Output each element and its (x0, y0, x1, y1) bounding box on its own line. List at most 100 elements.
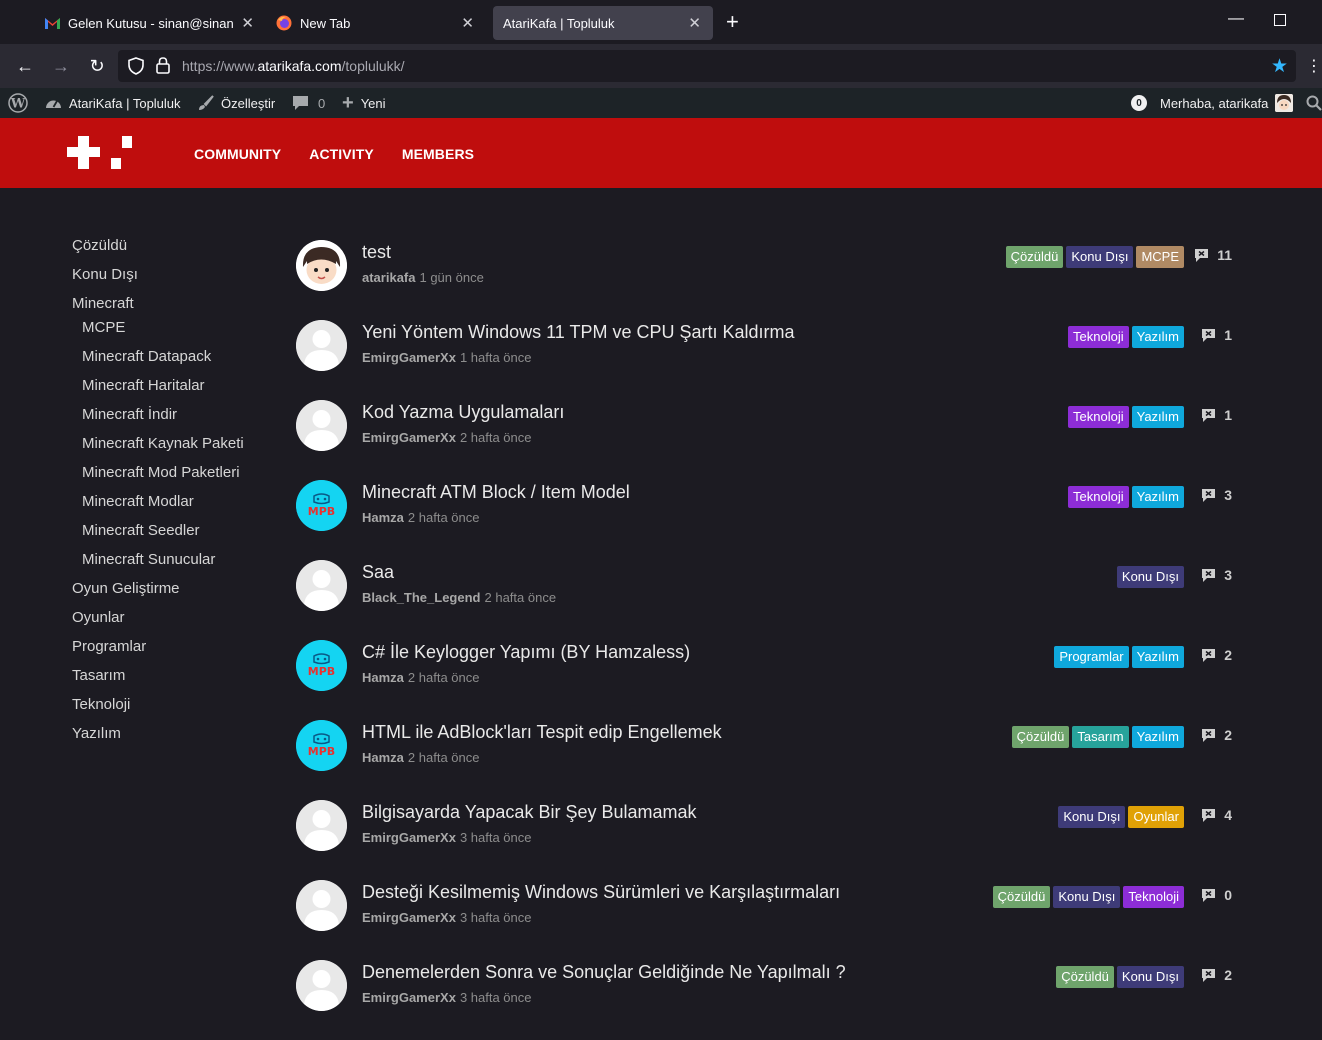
reload-icon[interactable]: ↻ (86, 55, 108, 77)
shield-icon[interactable] (128, 57, 144, 80)
sidebar-item[interactable]: Minecraft (72, 292, 272, 316)
category-tag[interactable]: Konu Dışı (1116, 566, 1184, 588)
forward-icon[interactable]: → (50, 55, 72, 77)
close-tab-icon[interactable]: ✕ (241, 14, 254, 32)
admin-search-icon[interactable] (1306, 88, 1322, 118)
category-tag[interactable]: Yazılım (1131, 726, 1184, 748)
topic-title[interactable]: Kod Yazma Uygulamaları (362, 402, 564, 423)
sidebar-item[interactable]: Minecraft Haritalar (72, 374, 272, 403)
topic-title[interactable]: Saa (362, 562, 394, 583)
sidebar-item[interactable]: MCPE (72, 316, 272, 345)
topic-title[interactable]: Desteği Kesilmemiş Windows Sürümleri ve … (362, 882, 840, 903)
admin-account-menu[interactable]: Merhaba, atarikafa (1160, 88, 1294, 118)
avatar[interactable] (296, 960, 347, 1011)
admin-notifications[interactable]: 0 (1131, 88, 1147, 118)
lock-icon[interactable] (156, 57, 170, 79)
category-tag[interactable]: Konu Dışı (1058, 806, 1126, 828)
avatar[interactable] (296, 880, 347, 931)
category-tag[interactable]: MCPE (1136, 246, 1184, 268)
category-tag[interactable]: Yazılım (1131, 646, 1184, 668)
minimize-icon[interactable]: — (1228, 10, 1244, 28)
sidebar-item[interactable]: Minecraft İndir (72, 403, 272, 432)
sidebar-item[interactable]: Minecraft Mod Paketleri (72, 461, 272, 490)
site-logo[interactable] (67, 136, 133, 170)
new-tab-button[interactable]: + (726, 11, 739, 33)
category-tag[interactable]: Konu Dışı (1066, 246, 1134, 268)
sidebar-item[interactable]: Tasarım (72, 664, 272, 693)
category-tag[interactable]: Yazılım (1131, 486, 1184, 508)
topic-author[interactable]: EmirgGamerXx (362, 910, 456, 925)
sidebar-item[interactable]: Minecraft Sunucular (72, 548, 272, 577)
category-tag[interactable]: Çözüldü (1005, 246, 1064, 268)
category-tag[interactable]: Teknoloji (1123, 886, 1184, 908)
menu-icon[interactable]: ⋮ (1306, 56, 1322, 76)
tab-gmail[interactable]: Gelen Kutusu - sinan@sinanisle ✕ (44, 6, 262, 40)
topic-title[interactable]: Bilgisayarda Yapacak Bir Şey Bulamamak (362, 802, 697, 823)
avatar[interactable] (296, 560, 347, 611)
category-tag[interactable]: Teknoloji (1068, 486, 1129, 508)
maximize-icon[interactable] (1274, 14, 1286, 26)
sidebar-item[interactable]: Minecraft Datapack (72, 345, 272, 374)
close-tab-icon[interactable]: ✕ (461, 14, 474, 32)
topic-author[interactable]: EmirgGamerXx (362, 430, 456, 445)
category-tag[interactable]: Teknoloji (1068, 326, 1129, 348)
tab-atarikafa[interactable]: AtariKafa | Topluluk ✕ (493, 6, 713, 40)
tab-new-tab[interactable]: New Tab ✕ (268, 6, 486, 40)
avatar[interactable]: MPB (296, 640, 347, 691)
nav-activity[interactable]: ACTIVITY (309, 146, 374, 162)
topic-author[interactable]: Black_The_Legend (362, 590, 481, 605)
category-tag[interactable]: Programlar (1054, 646, 1129, 668)
category-tag[interactable]: Yazılım (1131, 406, 1184, 428)
wordpress-logo-icon[interactable]: W (8, 88, 28, 118)
topic-title[interactable]: C# İle Keylogger Yapımı (BY Hamzaless) (362, 642, 690, 663)
topic-title[interactable]: Yeni Yöntem Windows 11 TPM ve CPU Şartı … (362, 322, 795, 343)
url-bar[interactable]: https://www.atarikafa.com/toplulukk/ ★ (118, 50, 1296, 82)
category-tag[interactable]: Yazılım (1131, 326, 1184, 348)
category-tag[interactable]: Çözüldü (1011, 726, 1070, 748)
topic-title[interactable]: Denemelerden Sonra ve Sonuçlar Geldiğind… (362, 962, 846, 983)
close-tab-icon[interactable]: ✕ (688, 14, 701, 32)
category-tag[interactable]: Oyunlar (1128, 806, 1184, 828)
sidebar-item[interactable]: Yazılım (72, 722, 272, 751)
sidebar-item[interactable]: Çözüldü (72, 234, 272, 263)
sidebar-item[interactable]: Konu Dışı (72, 263, 272, 292)
admin-new-link[interactable]: + Yeni (342, 88, 386, 118)
category-tag[interactable]: Konu Dışı (1116, 966, 1184, 988)
topic-author[interactable]: EmirgGamerXx (362, 350, 456, 365)
topic-author[interactable]: Hamza (362, 750, 404, 765)
sidebar-item[interactable]: Oyunlar (72, 606, 272, 635)
category-tag[interactable]: Teknoloji (1068, 406, 1129, 428)
topic-author[interactable]: EmirgGamerXx (362, 990, 456, 1005)
admin-comments-link[interactable]: 0 (292, 88, 325, 118)
avatar[interactable] (296, 320, 347, 371)
sidebar-item[interactable]: Programlar (72, 635, 272, 664)
topic-title[interactable]: Minecraft ATM Block / Item Model (362, 482, 630, 503)
topic-author[interactable]: atarikafa (362, 270, 415, 285)
sidebar-item[interactable]: Oyun Geliştirme (72, 577, 272, 606)
bookmark-star-icon[interactable]: ★ (1271, 55, 1288, 78)
topic-time: 2 hafta önce (407, 750, 480, 765)
avatar[interactable]: MPB (296, 480, 347, 531)
nav-community[interactable]: COMMUNITY (194, 146, 281, 162)
admin-customize-link[interactable]: Özelleştir (198, 88, 275, 118)
category-tag[interactable]: Çözüldü (992, 886, 1051, 908)
nav-members[interactable]: MEMBERS (402, 146, 474, 162)
avatar[interactable] (296, 800, 347, 851)
avatar[interactable]: MPB (296, 720, 347, 771)
sidebar-item[interactable]: Teknoloji (72, 693, 272, 722)
topic-author[interactable]: Hamza (362, 670, 404, 685)
back-icon[interactable]: ← (14, 55, 36, 77)
topic-author[interactable]: EmirgGamerXx (362, 830, 456, 845)
admin-site-link[interactable]: AtariKafa | Topluluk (45, 88, 181, 118)
avatar[interactable] (296, 400, 347, 451)
topic-title[interactable]: HTML ile AdBlock'ları Tespit edip Engell… (362, 722, 722, 743)
category-tag[interactable]: Konu Dışı (1053, 886, 1121, 908)
sidebar-item[interactable]: Minecraft Kaynak Paketi (72, 432, 272, 461)
topic-author[interactable]: Hamza (362, 510, 404, 525)
topic-title[interactable]: test (362, 242, 391, 263)
sidebar-item[interactable]: Minecraft Modlar (72, 490, 272, 519)
avatar[interactable] (296, 240, 347, 291)
category-tag[interactable]: Tasarım (1072, 726, 1129, 748)
category-tag[interactable]: Çözüldü (1056, 966, 1114, 988)
sidebar-item[interactable]: Minecraft Seedler (72, 519, 272, 548)
